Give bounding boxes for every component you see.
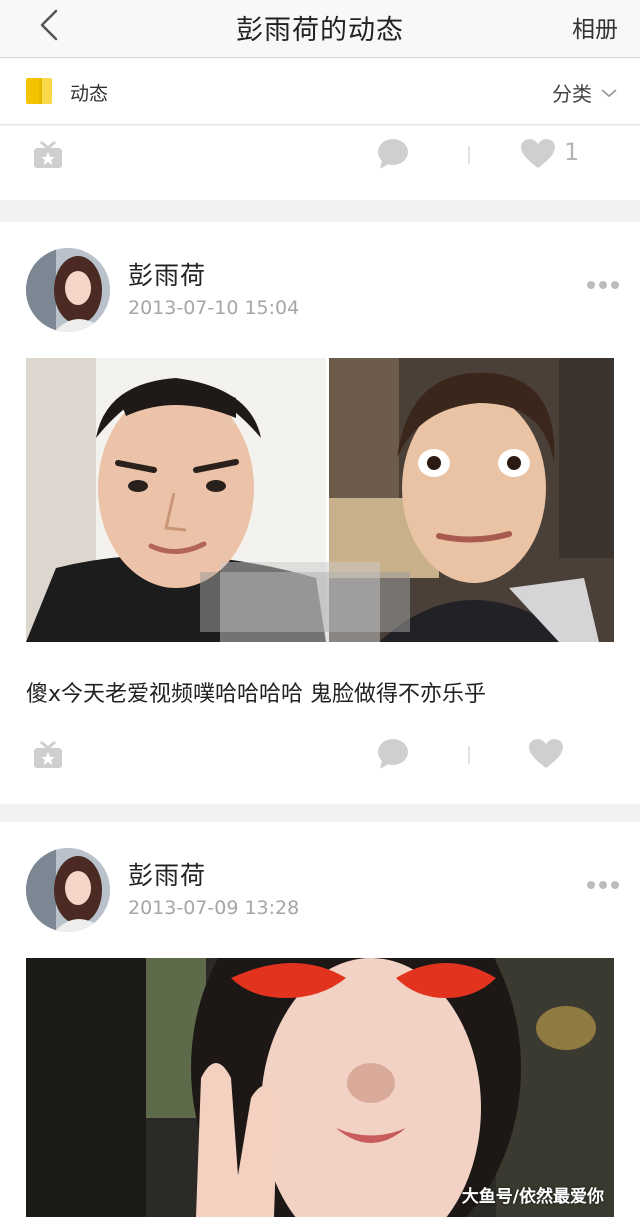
post-photo[interactable]: 大鱼号/依然最爱你 bbox=[26, 958, 614, 1217]
category-label: 分类 bbox=[552, 82, 592, 106]
prev-post-actions: 1 bbox=[0, 126, 640, 200]
category-dropdown[interactable]: 分类 bbox=[552, 78, 618, 107]
album-button[interactable]: 相册 bbox=[572, 10, 618, 44]
chevron-down-icon bbox=[601, 88, 617, 97]
gift-icon[interactable] bbox=[32, 138, 64, 170]
more-options-icon[interactable] bbox=[586, 880, 620, 890]
post-time: 2013-07-09 13:28 bbox=[128, 897, 300, 919]
comment-icon[interactable] bbox=[376, 738, 410, 770]
post-caption: 傻x今天老爱视频噗哈哈哈哈 鬼脸做得不亦乐乎 bbox=[26, 682, 487, 707]
like-count: 1 bbox=[564, 138, 580, 166]
post-author[interactable]: 彭雨荷 bbox=[128, 256, 206, 292]
heart-icon[interactable] bbox=[528, 738, 564, 770]
filter-bar: 动态 分类 bbox=[0, 59, 640, 125]
nav-bar: 彭雨荷的动态 相册 bbox=[0, 0, 640, 58]
heart-icon[interactable] bbox=[520, 138, 556, 170]
avatar[interactable] bbox=[26, 848, 110, 932]
gift-icon[interactable] bbox=[32, 738, 64, 770]
action-divider bbox=[468, 746, 470, 764]
page-title: 彭雨荷的动态 bbox=[236, 15, 404, 46]
post-card: 彭雨荷 2013-07-09 13:28 大鱼号/依然最爱你 bbox=[0, 822, 640, 1217]
feed-icon bbox=[26, 78, 52, 104]
post-time: 2013-07-10 15:04 bbox=[128, 297, 300, 319]
post-card: 彭雨荷 2013-07-10 15:04 傻x今天老爱视频噗哈哈哈哈 鬼脸做得不… bbox=[0, 222, 640, 804]
more-options-icon[interactable] bbox=[586, 280, 620, 290]
blur-scribble bbox=[200, 562, 410, 642]
comment-icon[interactable] bbox=[376, 138, 410, 170]
watermark: 大鱼号/依然最爱你 bbox=[461, 1187, 604, 1207]
avatar[interactable] bbox=[26, 248, 110, 332]
action-divider bbox=[468, 146, 470, 164]
post-author[interactable]: 彭雨荷 bbox=[128, 856, 206, 892]
filter-label: 动态 bbox=[70, 83, 109, 105]
